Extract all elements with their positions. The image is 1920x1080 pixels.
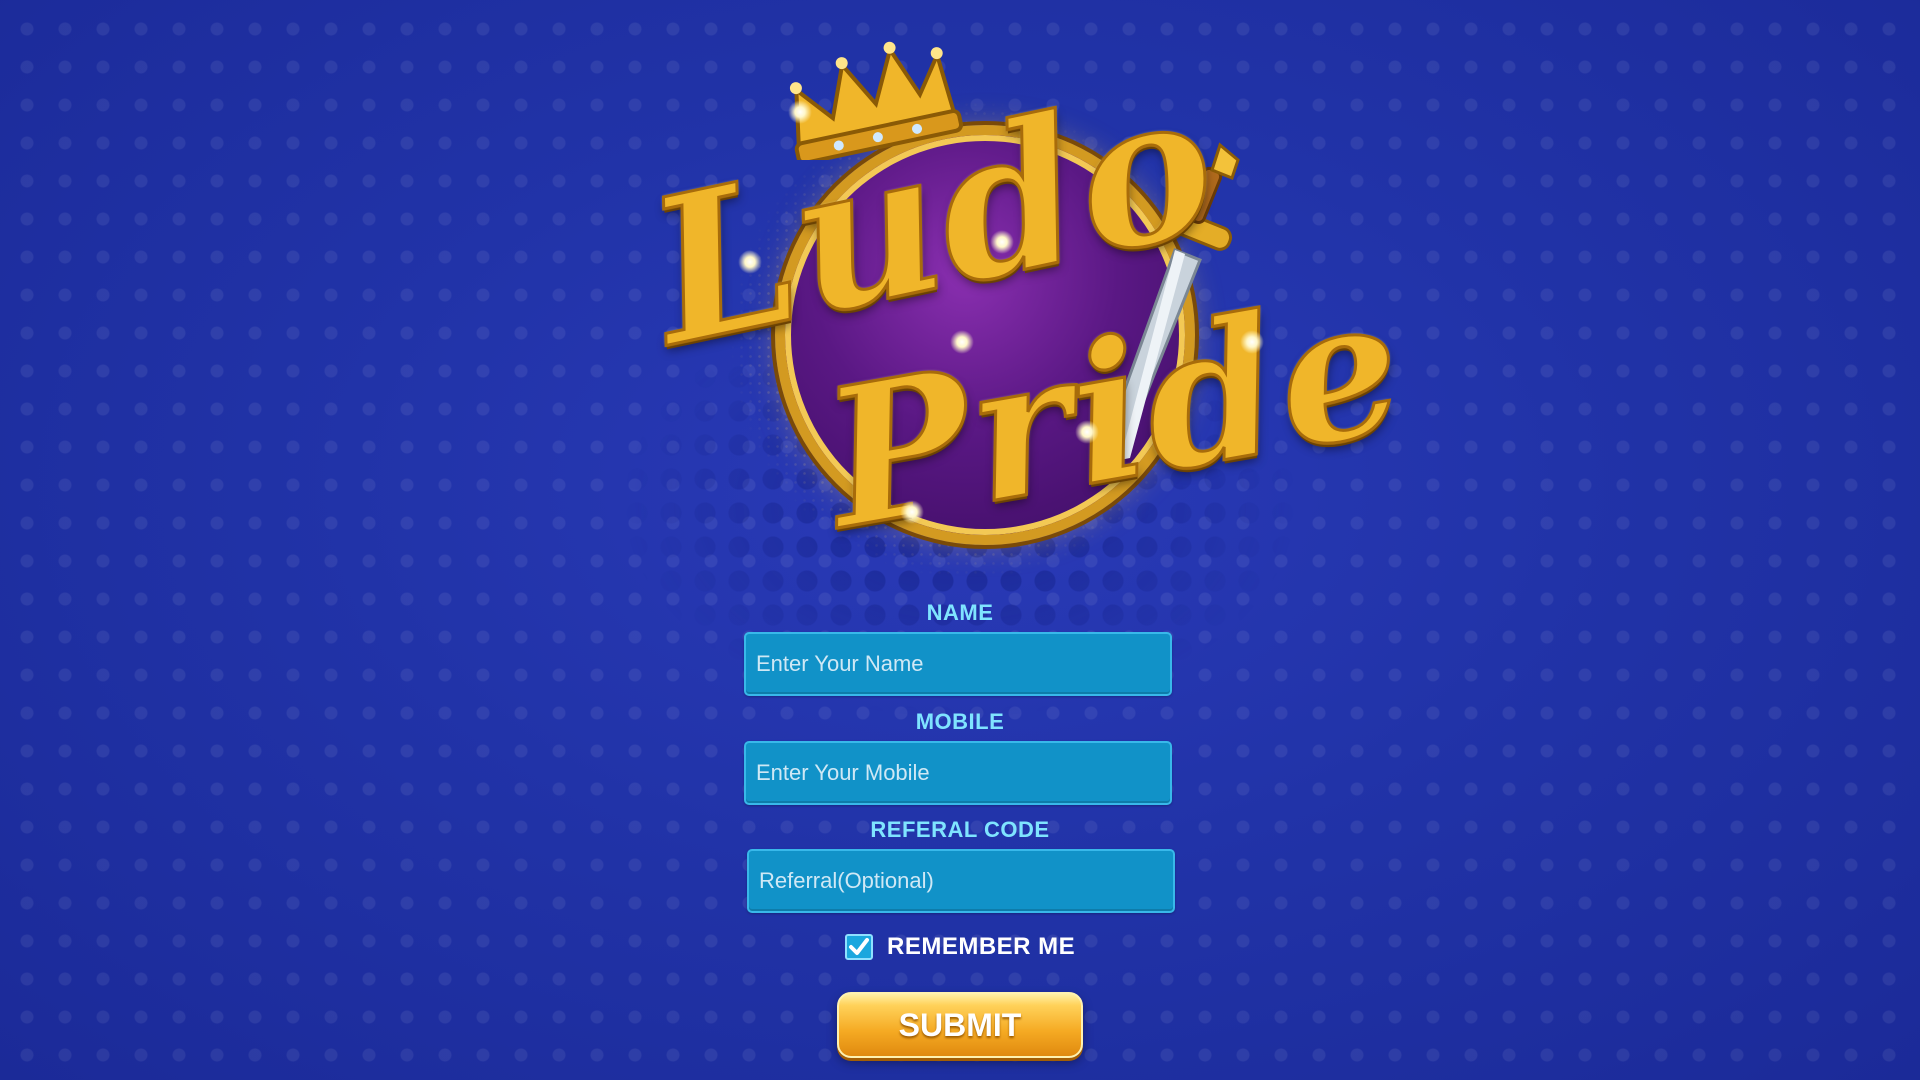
referral-input[interactable] — [747, 849, 1175, 913]
sparkle — [788, 100, 812, 124]
remember-me-row: REMEMBER ME — [845, 933, 1075, 961]
remember-me-checkbox[interactable] — [845, 934, 873, 960]
name-field-group: NAME — [740, 600, 1180, 696]
name-input[interactable] — [744, 632, 1172, 696]
mobile-input[interactable] — [744, 741, 1172, 805]
check-icon — [849, 938, 869, 955]
sparkle — [738, 250, 762, 274]
submit-button[interactable]: SUBMIT — [837, 992, 1083, 1058]
sparkle — [900, 500, 924, 524]
mobile-label: MOBILE — [915, 709, 1005, 734]
sparkle — [1075, 420, 1099, 444]
referral-field-group: REFERAL CODE — [740, 817, 1180, 913]
sparkle — [1240, 330, 1264, 354]
mobile-field-group: MOBILE — [740, 709, 1180, 805]
remember-me-label[interactable]: REMEMBER ME — [887, 933, 1075, 961]
sparkle — [950, 330, 974, 354]
game-logo: Ludo Pride — [620, 30, 1420, 590]
referral-label: REFERAL CODE — [870, 817, 1050, 842]
name-label: NAME — [926, 600, 994, 625]
sparkle — [990, 230, 1014, 254]
